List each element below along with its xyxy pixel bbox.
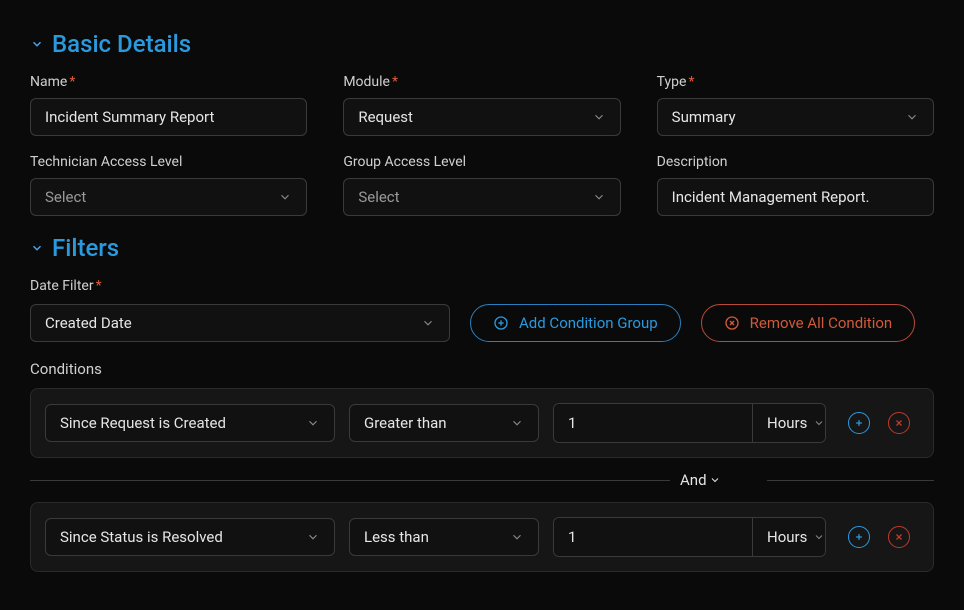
chevron-down-icon [510, 530, 524, 544]
date-filter-label: Date Filter* [30, 278, 450, 294]
chevron-down-icon [813, 417, 825, 429]
connector-select[interactable]: And [670, 468, 727, 492]
condition-field-select[interactable]: Since Status is Resolved [45, 518, 335, 556]
add-condition-group-button[interactable]: Add Condition Group [470, 304, 681, 342]
section-filters-header[interactable]: Filters [30, 234, 934, 262]
conditions-label: Conditions [30, 360, 934, 378]
tech-access-label: Technician Access Level [30, 154, 307, 170]
condition-operator-select[interactable]: Less than [349, 518, 539, 556]
condition-group: Since Request is Created Greater than Ho… [30, 388, 934, 458]
chevron-down-icon [592, 190, 606, 204]
chevron-down-icon [813, 531, 825, 543]
name-label: Name* [30, 74, 307, 90]
name-input[interactable] [30, 98, 307, 136]
chevron-down-icon [905, 110, 919, 124]
group-access-select[interactable]: Select [343, 178, 620, 216]
chevron-down-icon [30, 37, 44, 51]
plus-circle-icon [493, 315, 509, 331]
chevron-down-icon [709, 474, 721, 486]
condition-connector: And [30, 468, 934, 492]
chevron-down-icon [421, 316, 435, 330]
description-input[interactable] [657, 178, 934, 216]
tech-access-select[interactable]: Select [30, 178, 307, 216]
condition-field-select[interactable]: Since Request is Created [45, 404, 335, 442]
date-filter-select[interactable]: Created Date [30, 304, 450, 342]
section-basic-title: Basic Details [52, 30, 191, 58]
condition-group: Since Status is Resolved Less than Hours [30, 502, 934, 572]
chevron-down-icon [278, 190, 292, 204]
type-select[interactable]: Summary [657, 98, 934, 136]
remove-all-condition-button[interactable]: Remove All Condition [701, 304, 916, 342]
add-condition-button[interactable] [848, 526, 870, 548]
remove-all-condition-label: Remove All Condition [750, 314, 893, 332]
type-label: Type* [657, 74, 934, 90]
chevron-down-icon [30, 241, 44, 255]
module-select[interactable]: Request [343, 98, 620, 136]
delete-condition-button[interactable] [888, 526, 910, 548]
description-label: Description [657, 154, 934, 170]
group-access-label: Group Access Level [343, 154, 620, 170]
condition-value-input[interactable] [554, 404, 752, 442]
chevron-down-icon [306, 416, 320, 430]
condition-value-input[interactable] [554, 518, 752, 556]
section-basic-header[interactable]: Basic Details [30, 30, 934, 58]
add-condition-group-label: Add Condition Group [519, 314, 658, 332]
x-circle-icon [724, 315, 740, 331]
condition-unit-select[interactable]: Hours [753, 404, 825, 442]
add-condition-button[interactable] [848, 412, 870, 434]
condition-operator-select[interactable]: Greater than [349, 404, 539, 442]
chevron-down-icon [510, 416, 524, 430]
condition-unit-select[interactable]: Hours [753, 518, 825, 556]
delete-condition-button[interactable] [888, 412, 910, 434]
chevron-down-icon [592, 110, 606, 124]
section-filters-title: Filters [52, 234, 119, 262]
chevron-down-icon [306, 530, 320, 544]
module-label: Module* [343, 74, 620, 90]
